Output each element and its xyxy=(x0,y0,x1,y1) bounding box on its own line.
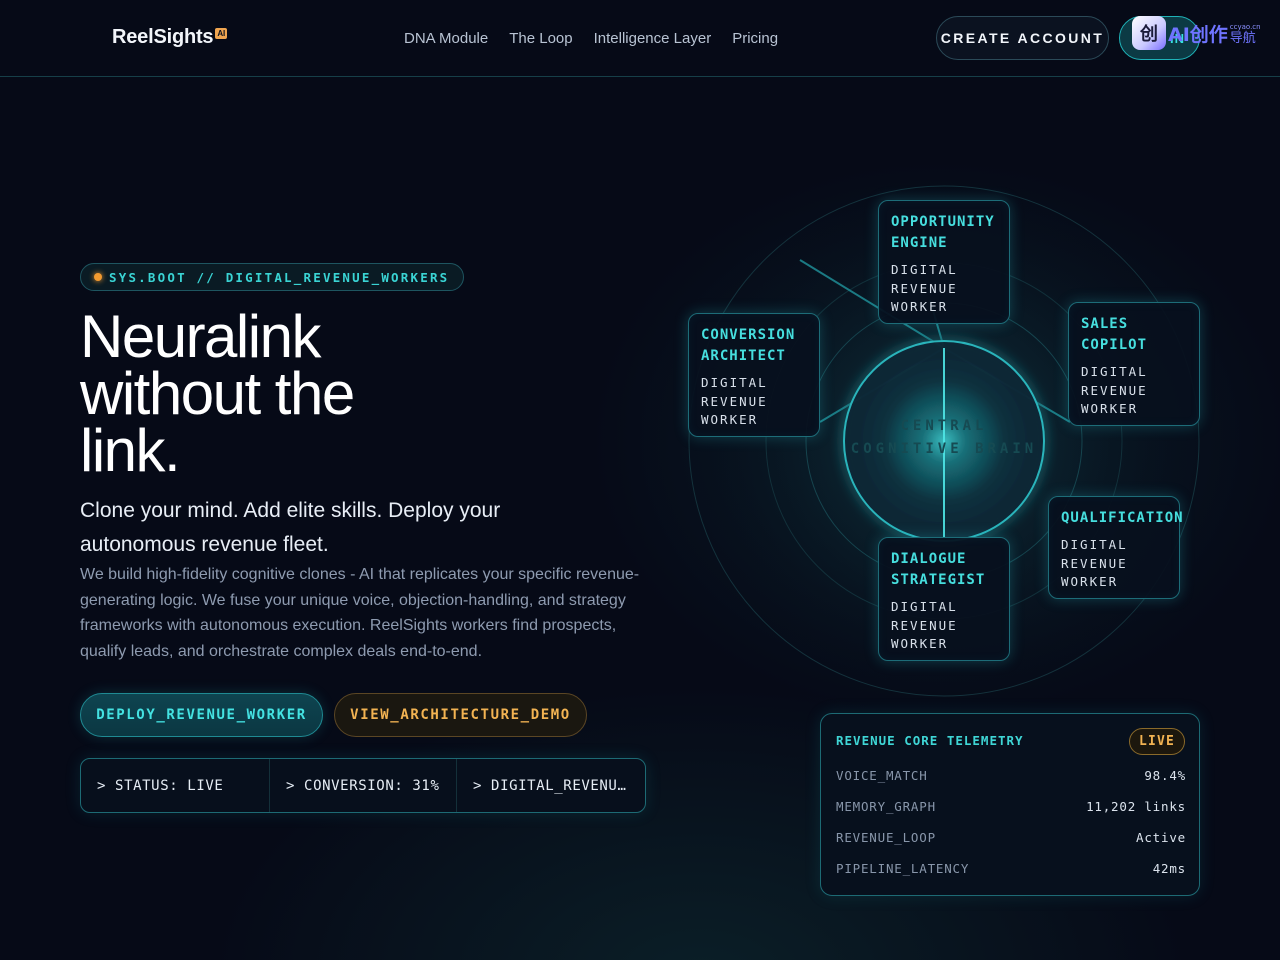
node-sub-line: WORKER xyxy=(701,412,759,428)
hero-description: We build high-fidelity cognitive clones … xyxy=(80,566,640,661)
telemetry-title: REVENUE CORE TELEMETRY xyxy=(836,733,1024,748)
node-sub-line: REVENUE xyxy=(891,617,958,633)
node-title-line: STRATEGIST xyxy=(891,572,986,588)
node-title-line: QUALIFICATION xyxy=(1061,510,1184,526)
node-title: SALES COPILOT xyxy=(1081,314,1187,356)
telemetry-key: PIPELINE_LATENCY xyxy=(836,861,970,876)
node-subtitle: DIGITAL REVENUE WORKER xyxy=(1081,363,1187,419)
core-line: CENTRAL xyxy=(900,418,988,434)
node-sub-line: REVENUE xyxy=(1081,382,1148,398)
watermark-overlay: 创 AI创作 ccyao.cn 导航 xyxy=(1132,16,1261,50)
node-sub-line: WORKER xyxy=(1061,574,1119,590)
revenue-telemetry-panel: REVENUE CORE TELEMETRY LIVE VOICE_MATCH … xyxy=(820,713,1200,896)
node-subtitle: DIGITAL REVENUE WORKER xyxy=(891,261,997,317)
hero-title: Neuralink without the link. xyxy=(80,307,500,481)
logo[interactable]: ReelSights AI xyxy=(112,26,227,49)
node-qualification[interactable]: QUALIFICATION DIGITAL REVENUE WORKER xyxy=(1048,496,1184,599)
node-title-line: CONVERSION xyxy=(701,327,796,343)
node-conversion-architect[interactable]: CONVERSION ARCHITECT DIGITAL REVENUE WOR… xyxy=(688,313,820,437)
hero-title-line: link. xyxy=(80,417,181,484)
view-architecture-demo-button[interactable]: VIEW_ARCHITECTURE_DEMO xyxy=(334,693,587,737)
node-sub-line: WORKER xyxy=(891,299,949,315)
telemetry-row: REVENUE_LOOP Active xyxy=(836,830,1186,861)
telemetry-value: Active xyxy=(1136,830,1186,845)
node-sub-line: DIGITAL xyxy=(891,599,958,614)
nav-link-dna-module[interactable]: DNA Module xyxy=(404,30,488,47)
core-line: COGNITIVE BRAIN xyxy=(850,441,1038,457)
node-title-line: COPILOT xyxy=(1081,337,1148,353)
telemetry-value: 42ms xyxy=(1152,861,1186,876)
node-title: DIALOGUE STRATEGIST xyxy=(891,549,997,591)
node-title-line: ENGINE xyxy=(891,235,948,251)
logo-ai-badge: AI xyxy=(215,28,227,39)
telemetry-value: 98.4% xyxy=(1144,768,1186,783)
node-sub-line: DIGITAL xyxy=(701,375,768,390)
telemetry-rows: VOICE_MATCH 98.4% MEMORY_GRAPH 11,202 li… xyxy=(836,768,1186,892)
nav-link-pricing[interactable]: Pricing xyxy=(732,30,778,47)
node-sales-copilot[interactable]: SALES COPILOT DIGITAL REVENUE WORKER xyxy=(1068,302,1200,426)
sys-boot-text: SYS.BOOT // DIGITAL_REVENUE_WORKERS xyxy=(109,269,450,285)
deploy-revenue-worker-button[interactable]: DEPLOY_REVENUE_WORKER xyxy=(80,693,323,737)
nav-link-intelligence-layer[interactable]: Intelligence Layer xyxy=(594,30,712,47)
node-sub-line: REVENUE xyxy=(1061,555,1128,571)
telemetry-row: MEMORY_GRAPH 11,202 links xyxy=(836,799,1186,830)
watermark-text: AI创作 xyxy=(1168,23,1228,46)
create-account-button[interactable]: CREATE ACCOUNT xyxy=(936,16,1109,60)
node-title-line: ARCHITECT xyxy=(701,348,786,364)
telemetry-key: MEMORY_GRAPH xyxy=(836,799,936,814)
nav-link-the-loop[interactable]: The Loop xyxy=(509,30,572,47)
node-sub-line: REVENUE xyxy=(891,280,958,296)
node-dialogue-strategist[interactable]: DIALOGUE STRATEGIST DIGITAL REVENUE WORK… xyxy=(878,537,1010,661)
telemetry-row: VOICE_MATCH 98.4% xyxy=(836,768,1186,799)
hero-subtitle: Clone your mind. Add elite skills. Deplo… xyxy=(80,499,501,556)
node-subtitle: DIGITAL REVENUE WORKER xyxy=(891,598,997,654)
node-subtitle: DIGITAL REVENUE WORKER xyxy=(1061,536,1167,592)
status-bar: > STATUS: LIVE > CONVERSION: 31% > DIGIT… xyxy=(80,758,646,813)
top-nav: ReelSights AI DNA Module The Loop Intelli… xyxy=(0,0,1280,77)
node-title: OPPORTUNITY ENGINE xyxy=(891,212,997,254)
node-title-line: DIALOGUE xyxy=(891,551,967,567)
central-brain-label: CENTRAL COGNITIVE BRAIN xyxy=(840,415,1048,461)
telemetry-row: PIPELINE_LATENCY 42ms xyxy=(836,861,1186,892)
status-dot-icon xyxy=(94,273,102,281)
watermark-sub: ccyao.cn 导航 xyxy=(1229,22,1261,46)
node-title: CONVERSION ARCHITECT xyxy=(701,325,807,367)
status-conversion: > CONVERSION: 31% xyxy=(270,759,457,812)
node-sub-line: DIGITAL xyxy=(891,262,958,277)
node-title: QUALIFICATION xyxy=(1061,508,1184,529)
node-sub-line: DIGITAL xyxy=(1081,364,1148,379)
node-sub-line: DIGITAL xyxy=(1061,537,1128,552)
watermark-logo-icon: 创 xyxy=(1132,16,1166,50)
node-title-line: SALES xyxy=(1081,316,1129,332)
sys-boot-badge: SYS.BOOT // DIGITAL_REVENUE_WORKERS xyxy=(80,263,465,291)
node-subtitle: DIGITAL REVENUE WORKER xyxy=(701,374,807,430)
node-sub-line: WORKER xyxy=(1081,401,1139,417)
telemetry-key: REVENUE_LOOP xyxy=(836,830,936,845)
node-sub-line: REVENUE xyxy=(701,393,768,409)
telemetry-value: 11,202 links xyxy=(1086,799,1186,814)
telemetry-key: VOICE_MATCH xyxy=(836,768,928,783)
live-badge: LIVE xyxy=(1129,728,1185,755)
nav-links: DNA Module The Loop Intelligence Layer P… xyxy=(404,30,778,47)
node-sub-line: WORKER xyxy=(891,636,949,652)
watermark-sub-text: 导航 xyxy=(1229,31,1256,46)
status-live: > STATUS: LIVE xyxy=(81,759,270,812)
node-opportunity-engine[interactable]: OPPORTUNITY ENGINE DIGITAL REVENUE WORKE… xyxy=(878,200,1010,324)
logo-text: ReelSights xyxy=(112,26,214,48)
node-title-line: OPPORTUNITY xyxy=(891,214,995,230)
status-digital-revenue: > DIGITAL_REVENU… xyxy=(473,777,627,794)
cognitive-brain-diagram: CENTRAL COGNITIVE BRAIN OPPORTUNITY ENGI… xyxy=(660,160,1280,700)
